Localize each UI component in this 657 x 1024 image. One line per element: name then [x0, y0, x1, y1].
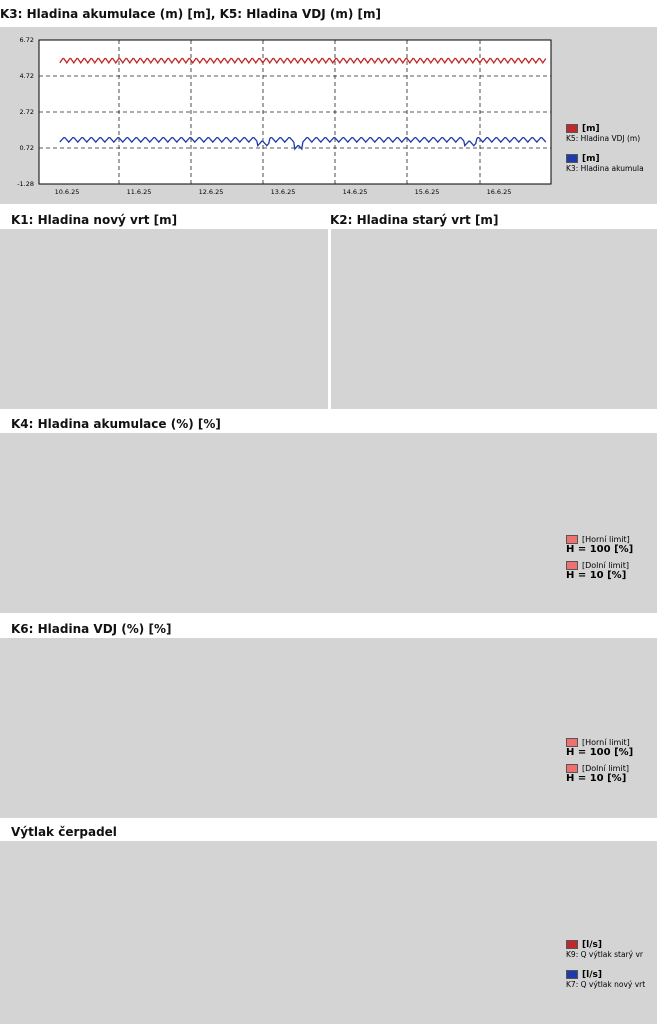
pumps-legend: [l/s] K9: Q výtlak starý vr [l/s] K7: Q …	[566, 940, 645, 990]
legend-swatch	[566, 561, 578, 570]
x-tick-label: 15.6.25	[415, 188, 440, 196]
x-tick-label: 14.6.25	[343, 188, 368, 196]
legend-swatch	[566, 764, 578, 773]
legend-swatch	[566, 940, 578, 949]
legend-value: H = 100 [%]	[566, 747, 634, 758]
legend-label: [Dolní limit]	[582, 764, 629, 773]
legend-item-k3: [m]	[566, 154, 644, 164]
legend-value: H = 10 [%]	[566, 570, 627, 581]
legend-unit: [l/s]	[582, 940, 602, 950]
x-tick-label: 10.6.25	[55, 188, 80, 196]
x-tick-label: 16.6.25	[487, 188, 512, 196]
legend-unit: [l/s]	[582, 970, 602, 980]
y-tick-label: 0.72	[20, 144, 34, 152]
k4-legend: [Horní limit] H = 100 [%] [Dolní limit] …	[566, 535, 633, 581]
k2-chart-title: K2: Hladina starý vrt [m]	[330, 213, 499, 227]
k1-chart-title: K1: Hladina nový vrt [m]	[11, 213, 178, 227]
legend-item-k7: [l/s]	[566, 970, 645, 980]
legend-series-name: K3: Hladina akumula	[566, 164, 644, 173]
y-tick-label: 6.72	[20, 36, 34, 44]
y-tick-label: -1.28	[17, 180, 34, 188]
legend-item-k5: [m]	[566, 124, 644, 134]
legend-value: H = 10 [%]	[566, 773, 627, 784]
legend-label: [Dolní limit]	[582, 561, 629, 570]
legend-label: [Horní limit]	[582, 738, 630, 747]
legend-unit: [m]	[582, 124, 600, 134]
y-tick-label: 4.72	[20, 72, 34, 80]
legend-value: H = 100 [%]	[566, 544, 634, 555]
legend-swatch	[566, 970, 578, 979]
legend-series-name: K5: Hladina VDJ (m)	[566, 134, 641, 143]
legend-swatch	[566, 535, 578, 544]
pumps-chart-title: Výtlak čerpadel	[11, 825, 117, 839]
legend-swatch	[566, 154, 578, 163]
k6-panel	[0, 638, 657, 818]
k4-chart-title: K4: Hladina akumulace (%) [%]	[11, 417, 221, 431]
k3k5-legend: [m] K5: Hladina VDJ (m) [m] K3: Hladina …	[566, 124, 644, 174]
x-tick-label: 11.6.25	[127, 188, 152, 196]
k6-legend: [Horní limit] H = 100 [%] [Dolní limit] …	[566, 738, 633, 784]
legend-unit: [m]	[582, 154, 600, 164]
legend-series-name: K9: Q výtlak starý vr	[566, 950, 643, 959]
legend-swatch	[566, 738, 578, 747]
x-tick-label: 13.6.25	[271, 188, 296, 196]
k6-chart-title: K6: Hladina VDJ (%) [%]	[11, 622, 172, 636]
legend-series-name: K7: Q výtlak nový vrt	[566, 980, 646, 989]
k4-panel	[0, 433, 657, 613]
pumps-panel	[0, 841, 657, 1024]
legend-item-k9: [l/s]	[566, 940, 645, 950]
k2-panel	[331, 229, 657, 409]
k1-panel	[0, 229, 328, 409]
legend-label: [Horní limit]	[582, 535, 630, 544]
x-tick-label: 12.6.25	[199, 188, 224, 196]
y-tick-label: 2.72	[20, 108, 34, 116]
legend-swatch	[566, 124, 578, 133]
